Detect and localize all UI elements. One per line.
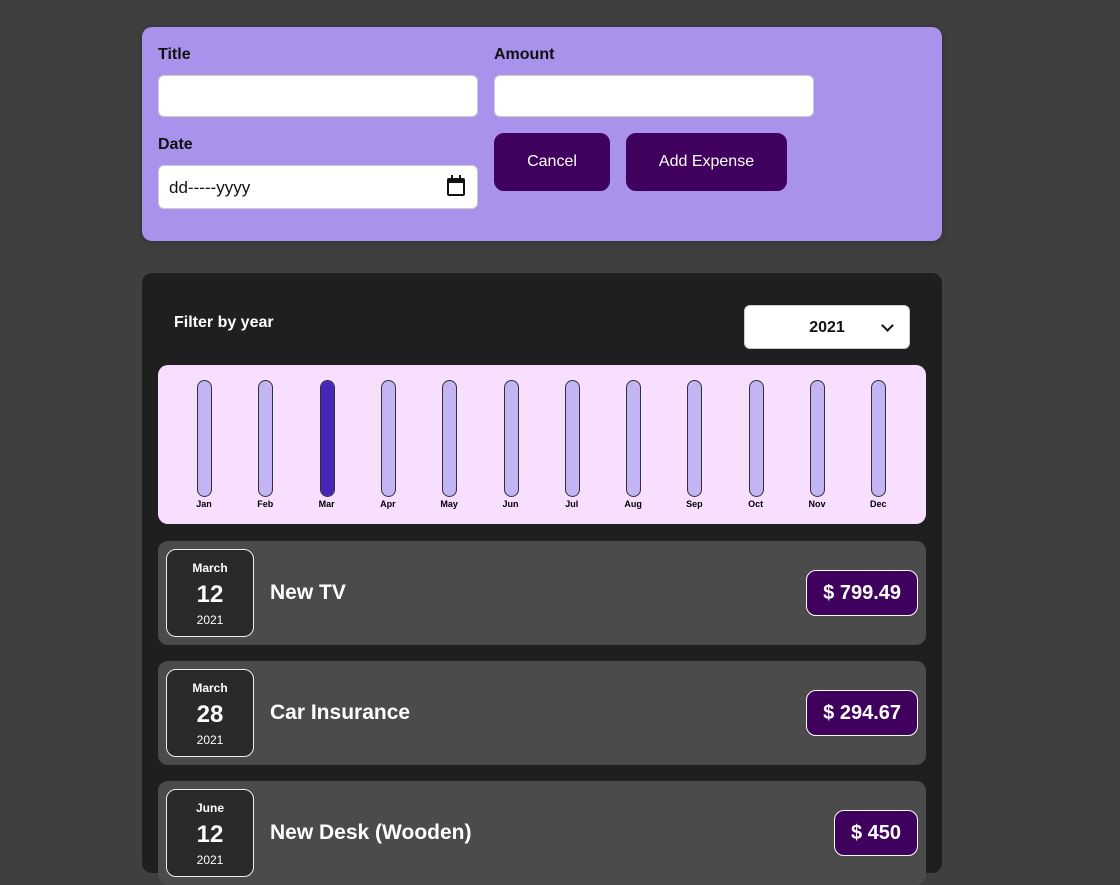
chart-bar-track [197, 380, 212, 497]
chart-bar-label: May [440, 499, 458, 509]
chart-bar-apr: Apr [368, 380, 408, 510]
expense-date: March 12 2021 [166, 549, 254, 637]
chart-bar-label: Jan [196, 499, 212, 509]
expense-price: $ 450 [833, 810, 918, 856]
chart-bar-feb: Feb [245, 380, 285, 510]
chart-bar-track [626, 380, 642, 497]
expense-date-day: 28 [196, 701, 224, 728]
chart-bar-jul: Jul [552, 380, 592, 510]
cancel-button[interactable]: Cancel [494, 133, 610, 191]
chart-bar-oct: Oct [736, 380, 776, 510]
chart-bar-track [687, 380, 703, 497]
expense-item: March 12 2021 New TV $ 799.49 [158, 541, 926, 645]
chart-bar-sep: Sep [674, 380, 714, 510]
expense-date-year: 2021 [196, 733, 224, 747]
filter-label: Filter by year [174, 314, 274, 331]
expense-date-year: 2021 [196, 613, 224, 627]
title-input[interactable] [158, 75, 478, 117]
date-label: Date [158, 136, 193, 153]
chart-bar-aug: Aug [613, 380, 653, 510]
expense-date-day: 12 [196, 581, 224, 608]
expense-price: $ 799.49 [806, 570, 918, 616]
chart-bar-label: Feb [257, 499, 274, 509]
expense-date-year: 2021 [196, 853, 224, 867]
new-expense-form: Title Amount Date dd-----yyyy Cancel Add… [142, 27, 942, 241]
chart-bar-label: Sep [686, 499, 703, 509]
title-label: Title [158, 46, 191, 63]
add-expense-button[interactable]: Add Expense [626, 133, 787, 191]
chart-bar-label: Jul [565, 499, 579, 509]
calendar-icon[interactable] [447, 175, 465, 196]
expenses-list-card: Filter by year 2021 Jan Feb Mar Apr May Jun Ju… [142, 273, 942, 885]
chart-bar-track [564, 380, 580, 497]
chart-bar-track [748, 380, 764, 497]
expense-date-month: March [192, 561, 228, 575]
chart-bar-jun: Jun [491, 380, 531, 510]
chart-bar-dec: Dec [858, 380, 898, 510]
expense-item: June 12 2021 New Desk (Wooden) $ 450 [158, 781, 926, 885]
amount-label: Amount [494, 46, 555, 63]
chart-bar-track [503, 380, 519, 497]
chart-bar-track [871, 380, 887, 497]
expense-date: June 12 2021 [166, 789, 254, 877]
chart-bar-label: Aug [624, 499, 642, 509]
expense-date-month: March [192, 681, 228, 695]
date-input[interactable]: dd-----yyyy [158, 165, 478, 209]
chart-bar-label: Dec [870, 499, 887, 509]
chart-bar-track [319, 380, 335, 497]
chart-bar-label: Nov [808, 499, 826, 509]
expense-date-month: June [195, 801, 224, 815]
date-placeholder: dd-----yyyy [169, 178, 251, 197]
expense-price: $ 294.67 [806, 690, 918, 736]
expense-date-day: 12 [196, 821, 224, 848]
chart-bar-label: Jun [502, 499, 519, 509]
chart-bar-label: Apr [380, 499, 396, 509]
chart-bar-track [258, 380, 274, 497]
chart-bar-fill [320, 381, 334, 496]
expense-title: New TV [270, 581, 346, 604]
chart-bar-mar: Mar [307, 380, 347, 510]
expense-title: Car Insurance [270, 701, 411, 724]
chart-bar-track [380, 380, 396, 497]
chart-bar-track [442, 380, 458, 497]
chart-bar-nov: Nov [797, 380, 837, 510]
chart-bar-may: May [429, 380, 469, 510]
chart-bar-jan: Jan [184, 380, 224, 510]
chart-bar-label: Oct [748, 499, 764, 509]
chart-bar-label: Mar [318, 499, 335, 509]
expense-item: March 28 2021 Car Insurance $ 294.67 [158, 661, 926, 765]
year-select[interactable]: 2021 [744, 305, 910, 349]
expenses-chart: Jan Feb Mar Apr May Jun Jul Aug Sep Oct Nov Dec [158, 365, 926, 524]
amount-input[interactable] [494, 75, 814, 117]
expense-title: New Desk (Wooden) [270, 821, 472, 844]
chart-bar-track [810, 380, 825, 497]
expense-date: March 28 2021 [166, 669, 254, 757]
